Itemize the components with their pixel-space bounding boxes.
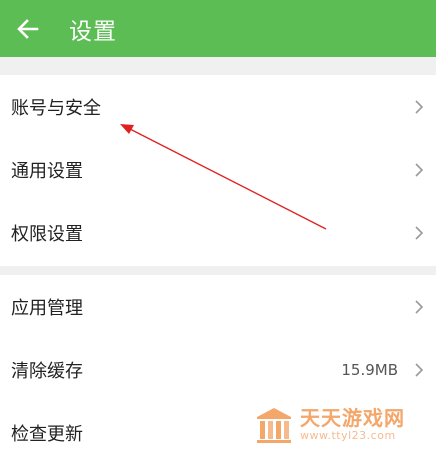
cache-size-value: 15.9MB bbox=[341, 360, 398, 379]
watermark: 天天游戏网 www.ttyl23.com bbox=[254, 402, 434, 448]
settings-item-general[interactable]: 通用设置 bbox=[0, 138, 436, 201]
settings-item-app-management[interactable]: 应用管理 bbox=[0, 275, 436, 338]
settings-item-account-security[interactable]: 账号与安全 bbox=[0, 75, 436, 138]
section-divider bbox=[0, 266, 436, 275]
settings-item-label: 权限设置 bbox=[11, 223, 83, 245]
arrow-left-icon bbox=[17, 18, 39, 39]
settings-item-label: 账号与安全 bbox=[11, 97, 101, 119]
settings-item-clear-cache[interactable]: 清除缓存 15.9MB bbox=[0, 338, 436, 401]
settings-item-permissions[interactable]: 权限设置 bbox=[0, 201, 436, 264]
chevron-right-icon bbox=[412, 224, 426, 242]
settings-screen: 设置 账号与安全 通用设置 权限设置 应用管理 清除缓存 15.9MB 检查更新… bbox=[0, 0, 436, 450]
watermark-name: 天天游戏网 bbox=[300, 406, 405, 430]
watermark-logo-icon bbox=[257, 408, 291, 443]
settings-item-label: 应用管理 bbox=[11, 297, 83, 319]
app-header: 设置 bbox=[0, 0, 436, 57]
chevron-right-icon bbox=[412, 298, 426, 316]
page-title: 设置 bbox=[69, 18, 117, 45]
section-divider bbox=[0, 57, 436, 75]
back-button[interactable] bbox=[0, 0, 56, 57]
settings-item-label: 通用设置 bbox=[11, 160, 83, 182]
settings-item-label: 清除缓存 bbox=[11, 360, 83, 382]
watermark-url: www.ttyl23.com bbox=[300, 429, 396, 442]
chevron-right-icon bbox=[412, 361, 426, 379]
chevron-right-icon bbox=[412, 98, 426, 116]
settings-group-1: 账号与安全 通用设置 权限设置 bbox=[0, 75, 436, 264]
chevron-right-icon bbox=[412, 161, 426, 179]
